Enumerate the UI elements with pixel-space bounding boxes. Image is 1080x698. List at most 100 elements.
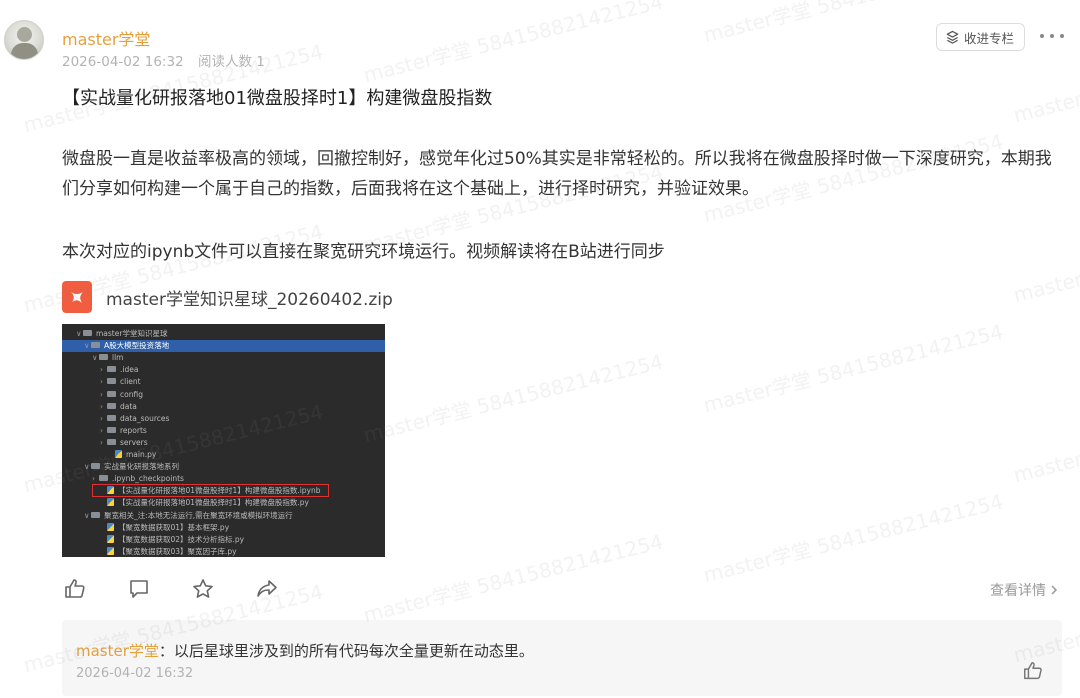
tree-row: › .idea [62, 364, 385, 376]
more-dot [1040, 34, 1044, 38]
tree-label: A股大模型投资落地 [104, 341, 170, 351]
watermark-text: master学堂 584158821421254 [360, 529, 666, 628]
folder-icon [107, 414, 116, 421]
folder-icon [107, 426, 116, 433]
tree-arrow: ∨ [84, 341, 90, 351]
tree-arrow: › [100, 401, 103, 411]
author-name[interactable]: master学堂 [62, 26, 150, 50]
tree-row: ∨ llm [62, 352, 385, 364]
post-paragraph: 本次对应的ipynb文件可以直接在聚宽研究环境运行。视频解读将在B站进行同步 [62, 242, 665, 262]
post-time: 2026-04-02 16:32 [62, 54, 184, 70]
tree-row: › data [62, 401, 385, 413]
folder-icon [99, 354, 108, 361]
python-file-icon [107, 546, 114, 555]
favorite-button[interactable] [190, 576, 216, 602]
share-button[interactable] [254, 576, 280, 602]
tree-label: 聚宽相关_注:本地无法运行,需在聚宽环境或模拟环境运行 [104, 510, 293, 520]
tree-arrow: › [100, 377, 103, 387]
like-button[interactable] [62, 576, 88, 602]
tree-label: .ipynb_checkpoints [112, 474, 184, 484]
comment-line: master学堂：以后星球里涉及到的所有代码每次全量更新在动态里。 [76, 640, 534, 661]
comment-author[interactable]: master学堂 [76, 642, 159, 660]
watermark-text: master学堂 584158821421254 [700, 489, 1006, 588]
author-avatar[interactable] [4, 20, 44, 60]
folder-icon [91, 511, 100, 518]
tree-arrow: ∨ [84, 462, 90, 472]
tree-row: ∨ 实战量化研报落地系列 [62, 461, 385, 473]
tree-row: ∨ A股大模型投资落地 [62, 340, 385, 353]
tree-label: llm [112, 353, 124, 363]
tree-label: servers [120, 437, 148, 447]
tree-arrow: ∨ [76, 329, 82, 338]
tree-row: › data_sources [62, 413, 385, 425]
comment-text: 以后星球里涉及到的所有代码每次全量更新在动态里。 [173, 642, 534, 660]
tree-label: 【聚宽数据获取02】技术分析指标.py [118, 534, 245, 544]
post-meta: 2026-04-02 16:32 阅读人数 1 [62, 50, 265, 70]
comment-separator: ： [158, 642, 174, 660]
python-file-icon [107, 498, 114, 507]
file-name: master学堂知识星球_20260402.zip [106, 289, 393, 310]
tree-label: data [120, 401, 137, 411]
tree-arrow: › [100, 389, 103, 399]
tree-row: › reports [62, 425, 385, 437]
tree-label: .idea [120, 365, 139, 375]
tree-row: 【聚宽数据获取02】技术分析指标.py [62, 534, 385, 546]
tree-label: data_sources [120, 413, 170, 423]
read-count: 阅读人数 1 [197, 54, 265, 70]
view-details-link[interactable]: 查看详情 [990, 580, 1060, 600]
watermark-text: master学堂 584158821421254 [700, 319, 1006, 418]
chevron-right-icon [1051, 585, 1058, 595]
tree-label: main.py [126, 450, 157, 459]
tree-label: client [120, 377, 141, 387]
tree-label: config [120, 389, 143, 399]
tree-arrow: › [100, 365, 103, 375]
tree-arrow: › [100, 425, 103, 435]
more-options-button[interactable] [1040, 24, 1064, 48]
comment-like-icon[interactable] [1022, 660, 1044, 682]
star-icon [193, 579, 213, 598]
project-tree-screenshot[interactable]: ∨ master学堂知识星球 ∨ A股大模型投资落地 ∨ llm › .idea › client… [62, 324, 385, 557]
comment-button[interactable] [126, 576, 152, 602]
comment-icon [130, 580, 148, 598]
more-dot [1050, 34, 1054, 38]
watermark-text: master学堂 584158821421254 [360, 349, 666, 448]
folder-icon [83, 330, 92, 336]
tree-row: 【聚宽数据获取03】聚宽因子库.py [62, 546, 385, 557]
collect-icon [946, 30, 959, 44]
folder-icon [107, 402, 116, 409]
post-paragraph: 微盘股一直是收益率极高的领域，回撤控制好，感觉年化过50%其实是非常轻松的。所以… [62, 149, 1052, 199]
thumbs-up-icon [65, 579, 85, 598]
file-attachment[interactable]: master学堂知识星球_20260402.zip [62, 280, 393, 314]
tree-label: reports [120, 425, 147, 435]
folder-icon [107, 366, 116, 373]
tree-row: › config [62, 389, 385, 401]
tree-row: › servers [62, 437, 385, 449]
folder-icon [91, 342, 100, 349]
watermark-text: master学堂 584158821421254 [1010, 389, 1080, 488]
comment-time: 2026-04-02 16:32 [76, 666, 194, 681]
post-actions [62, 574, 280, 604]
folder-icon [107, 378, 116, 385]
tree-row: › client [62, 376, 385, 388]
folder-icon [91, 463, 100, 470]
highlight-box [92, 484, 329, 497]
tree-arrow: › [100, 437, 103, 447]
folder-icon [107, 438, 116, 445]
tree-label: 【聚宽数据获取01】基本框架.py [118, 522, 230, 532]
tree-row: 【实战量化研报落地01微盘股择时1】构建微盘股指数.py [62, 497, 385, 509]
more-dot [1060, 34, 1064, 38]
tree-label: master学堂知识星球 [96, 329, 168, 338]
collect-to-column-button[interactable]: 收进专栏 [936, 23, 1026, 51]
tree-arrow: ∨ [84, 510, 90, 520]
watermark-text: master学堂 584158821421254 [360, 0, 666, 88]
python-file-icon [107, 534, 114, 543]
tree-label: 【聚宽数据获取03】聚宽因子库.py [118, 546, 237, 556]
view-details-label: 查看详情 [990, 583, 1046, 599]
tree-label: 实战量化研报落地系列 [104, 462, 179, 472]
tree-row: ∨ 聚宽相关_注:本地无法运行,需在聚宽环境或模拟环境运行 [62, 510, 385, 522]
tree-row: ∨ master学堂知识星球 [62, 328, 385, 340]
collect-label: 收进专栏 [964, 30, 1015, 46]
tree-label: 【实战量化研报落地01微盘股择时1】构建微盘股指数.py [118, 498, 309, 508]
folder-icon [107, 390, 116, 397]
python-file-icon [115, 450, 122, 458]
